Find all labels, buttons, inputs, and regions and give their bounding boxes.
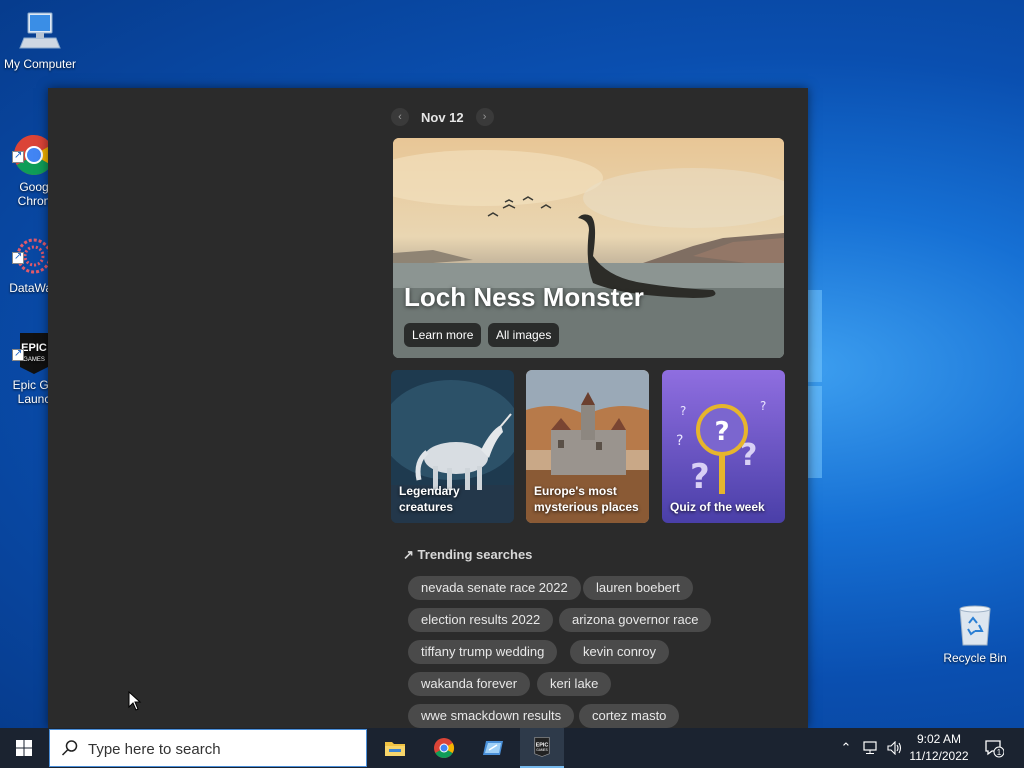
svg-text:?: ? <box>676 433 683 449</box>
card-quiz-of-the-week[interactable]: ? ? ? ? ? ? Quiz of the week <box>662 370 785 523</box>
desktop-icon-my-computer[interactable]: My Computer <box>0 10 80 71</box>
svg-text:?: ? <box>760 399 766 413</box>
taskbar-epic-games[interactable]: EPIC GAMES <box>520 728 564 768</box>
svg-text:?: ? <box>690 457 710 497</box>
taskbar-app[interactable] <box>471 728 515 768</box>
desktop-icon-label: My Computer <box>3 57 77 71</box>
hero-card[interactable]: Loch Ness Monster Learn more All images <box>393 138 784 358</box>
taskbar: EPIC GAMES ⌃ 9:02 AM 11/12/2022 1 <box>0 728 1024 768</box>
chevron-up-icon: ⌃ <box>840 740 852 755</box>
network-button[interactable] <box>860 728 882 768</box>
trending-header: ↗ Trending searches <box>403 547 532 563</box>
hero-title: Loch Ness Monster <box>404 282 644 312</box>
chrome-icon <box>434 738 454 758</box>
svg-text:?: ? <box>714 417 729 447</box>
shortcut-arrow-icon <box>12 347 24 361</box>
search-icon <box>61 740 78 756</box>
notification-icon: 1 <box>985 740 1004 758</box>
file-explorer-icon <box>385 742 405 756</box>
speaker-icon <box>887 741 902 755</box>
previous-day-button[interactable]: ‹ <box>391 108 409 126</box>
date-navigator: ‹ Nov 12 › <box>391 107 494 127</box>
svg-text:GAMES: GAMES <box>536 748 547 752</box>
trending-chip[interactable]: lauren boebert <box>583 576 693 600</box>
card-label: Europe's most mysterious places <box>534 484 639 514</box>
trending-chip[interactable]: cortez masto <box>579 704 680 728</box>
trending-chip[interactable]: kevin conroy <box>570 640 669 664</box>
recycle-bin-icon <box>955 603 995 647</box>
all-images-button[interactable]: All images <box>488 323 560 347</box>
trending-arrow-icon: ↗ <box>403 547 414 562</box>
clock[interactable]: 9:02 AM 11/12/2022 <box>904 731 974 765</box>
wallpaper-beam <box>808 386 822 478</box>
search-highlights-panel: ‹ Nov 12 › Loch Ness Monster Learn more … <box>48 88 808 728</box>
taskbar-search-box[interactable] <box>49 729 367 767</box>
search-input[interactable] <box>88 738 348 760</box>
trending-chip[interactable]: tiffany trump wedding <box>408 640 558 664</box>
chevron-left-icon: ‹ <box>398 111 402 123</box>
shortcut-arrow-icon <box>12 149 24 163</box>
notification-count: 1 <box>997 748 1002 757</box>
taskbar-chrome[interactable] <box>422 728 466 768</box>
show-hidden-icons-button[interactable]: ⌃ <box>836 728 856 768</box>
date-label: Nov 12 <box>421 109 464 125</box>
desktop-icon-label: Goog Chron <box>17 180 51 208</box>
trending-heading: Trending searches <box>417 547 533 562</box>
network-icon <box>863 741 877 754</box>
computer-icon <box>18 10 62 54</box>
taskbar-file-explorer[interactable] <box>373 728 417 768</box>
card-mysterious-places[interactable]: Europe's most mysterious places <box>526 370 649 523</box>
epic-games-icon: EPIC GAMES <box>534 737 550 757</box>
trending-chip[interactable]: wakanda forever <box>408 672 531 696</box>
trending-chip[interactable]: wwe smackdown results <box>408 704 575 728</box>
desktop-icon-recycle-bin[interactable]: Recycle Bin <box>940 603 1010 665</box>
mouse-pointer-icon <box>128 690 142 716</box>
wallpaper-beam <box>808 290 822 382</box>
trending-chip[interactable]: keri lake <box>537 672 612 696</box>
trending-chip[interactable]: arizona governor race <box>559 608 712 632</box>
trending-chip[interactable]: nevada senate race 2022 <box>408 576 581 600</box>
start-button[interactable] <box>0 728 48 768</box>
card-legendary-creatures[interactable]: Legendary creatures <box>391 370 514 523</box>
volume-button[interactable] <box>884 728 906 768</box>
action-center-button[interactable]: 1 <box>980 728 1008 768</box>
card-label: Legendary creatures <box>399 484 460 514</box>
card-label: Quiz of the week <box>670 500 765 514</box>
svg-text:EPIC: EPIC <box>21 342 47 354</box>
next-day-button[interactable]: › <box>475 108 494 126</box>
trending-chip[interactable]: election results 2022 <box>408 608 554 632</box>
app-icon <box>483 741 503 755</box>
windows-logo-icon <box>16 740 32 756</box>
shortcut-arrow-icon <box>12 250 24 264</box>
clock-date: 11/12/2022 <box>909 749 969 763</box>
recycle-bin-label: Recycle Bin <box>943 651 1007 665</box>
svg-text:GAMES: GAMES <box>23 357 45 363</box>
clock-time: 9:02 AM <box>916 732 962 746</box>
chevron-right-icon: › <box>482 111 487 123</box>
learn-more-button[interactable]: Learn more <box>404 323 482 347</box>
svg-text:?: ? <box>680 404 686 418</box>
